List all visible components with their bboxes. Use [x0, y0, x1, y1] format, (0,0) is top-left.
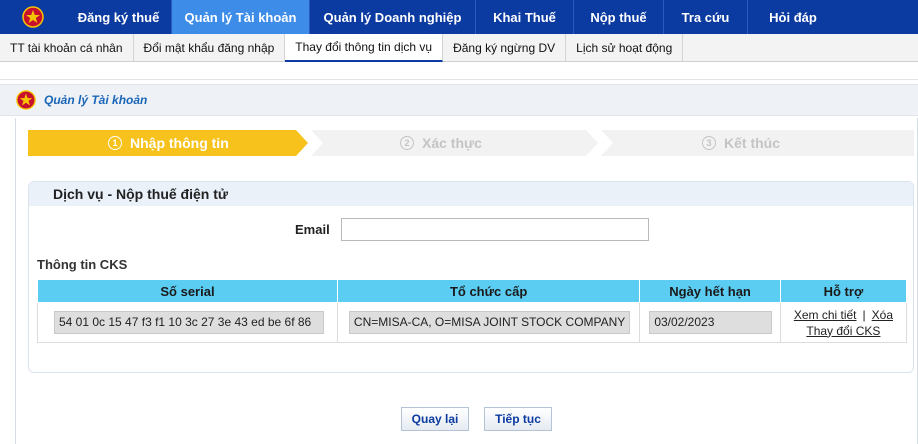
step-1-label: Nhập thông tin	[130, 135, 229, 151]
step-2: 2 Xác thực	[400, 130, 482, 156]
step-2-number: 2	[400, 136, 414, 150]
tab-thay-doi-thong-tin-dich-vu[interactable]: Thay đổi thông tin dịch vụ	[285, 34, 444, 62]
step-1: 1 Nhập thông tin	[108, 130, 229, 156]
view-detail-link[interactable]: Xem chi tiết	[794, 308, 857, 322]
nav-quan-ly-tai-khoan[interactable]: Quản lý Tài khoản	[172, 0, 310, 34]
step-3-label: Kết thúc	[724, 135, 780, 151]
nav-tra-cuu[interactable]: Tra cứu	[664, 0, 748, 34]
expiry-field: 03/02/2023	[649, 311, 772, 334]
step-3-number: 3	[702, 136, 716, 150]
cks-table: Số serial Tổ chức cấp Ngày hết hạn Hỗ tr…	[37, 279, 908, 343]
section-title: Quản lý Tài khoản	[44, 93, 148, 107]
email-input[interactable]	[341, 218, 649, 241]
top-navigation: Đăng ký thuế Quản lý Tài khoản Quản lý D…	[0, 0, 918, 34]
table-row: 54 01 0c 15 47 f3 f1 10 3c 27 3e 43 ed b…	[37, 302, 908, 343]
national-emblem-icon	[16, 90, 36, 110]
step-3: 3 Kết thúc	[702, 130, 780, 156]
col-header-issuer: Tổ chức cấp	[336, 279, 641, 303]
delete-link[interactable]: Xóa	[872, 308, 893, 322]
nav-nop-thue[interactable]: Nộp thuế	[574, 0, 664, 34]
tab-doi-mat-khau[interactable]: Đổi mật khẩu đăng nhập	[134, 34, 286, 62]
cks-title: Thông tin CKS	[37, 257, 128, 272]
step-2-label: Xác thực	[422, 135, 482, 151]
sub-navigation: TT tài khoản cá nhân Đổi mật khẩu đăng n…	[0, 34, 918, 62]
nav-khai-thue[interactable]: Khai Thuế	[476, 0, 574, 34]
tab-dang-ky-ngung-dv[interactable]: Đăng ký ngừng DV	[443, 34, 567, 62]
service-title: Dịch vụ - Nộp thuế điện tử	[29, 182, 913, 206]
national-emblem-icon[interactable]	[0, 0, 66, 34]
back-button[interactable]: Quay lại	[401, 407, 469, 431]
page-strip	[0, 62, 918, 80]
issuer-field: CN=MISA-CA, O=MISA JOINT STOCK COMPANY	[348, 311, 631, 334]
col-header-support: Hỗ trợ	[779, 279, 908, 303]
email-label: Email	[295, 222, 330, 237]
col-header-expiry: Ngày hết hạn	[639, 279, 781, 303]
service-box: Dịch vụ - Nộp thuế điện tử	[28, 181, 914, 373]
change-cks-link[interactable]: Thay đổi CKS	[806, 324, 880, 338]
step-indicator: 1 Nhập thông tin 2 Xác thực 3 Kết thúc	[28, 130, 914, 156]
tab-tt-tai-khoan-ca-nhan[interactable]: TT tài khoản cá nhân	[0, 34, 134, 62]
nav-hoi-dap[interactable]: Hỏi đáp	[748, 0, 838, 34]
continue-button[interactable]: Tiếp tục	[484, 407, 552, 431]
nav-dang-ky-thue[interactable]: Đăng ký thuế	[66, 0, 172, 34]
col-header-serial: Số serial	[37, 279, 338, 303]
nav-quan-ly-doanh-nghiep[interactable]: Quản lý Doanh nghiệp	[310, 0, 476, 34]
step-1-number: 1	[108, 136, 122, 150]
section-header: Quản lý Tài khoản	[0, 84, 918, 116]
serial-field: 54 01 0c 15 47 f3 f1 10 3c 27 3e 43 ed b…	[54, 311, 324, 334]
link-separator: |	[862, 307, 866, 322]
tab-lich-su-hoat-dong[interactable]: Lịch sử hoạt động	[566, 34, 684, 62]
